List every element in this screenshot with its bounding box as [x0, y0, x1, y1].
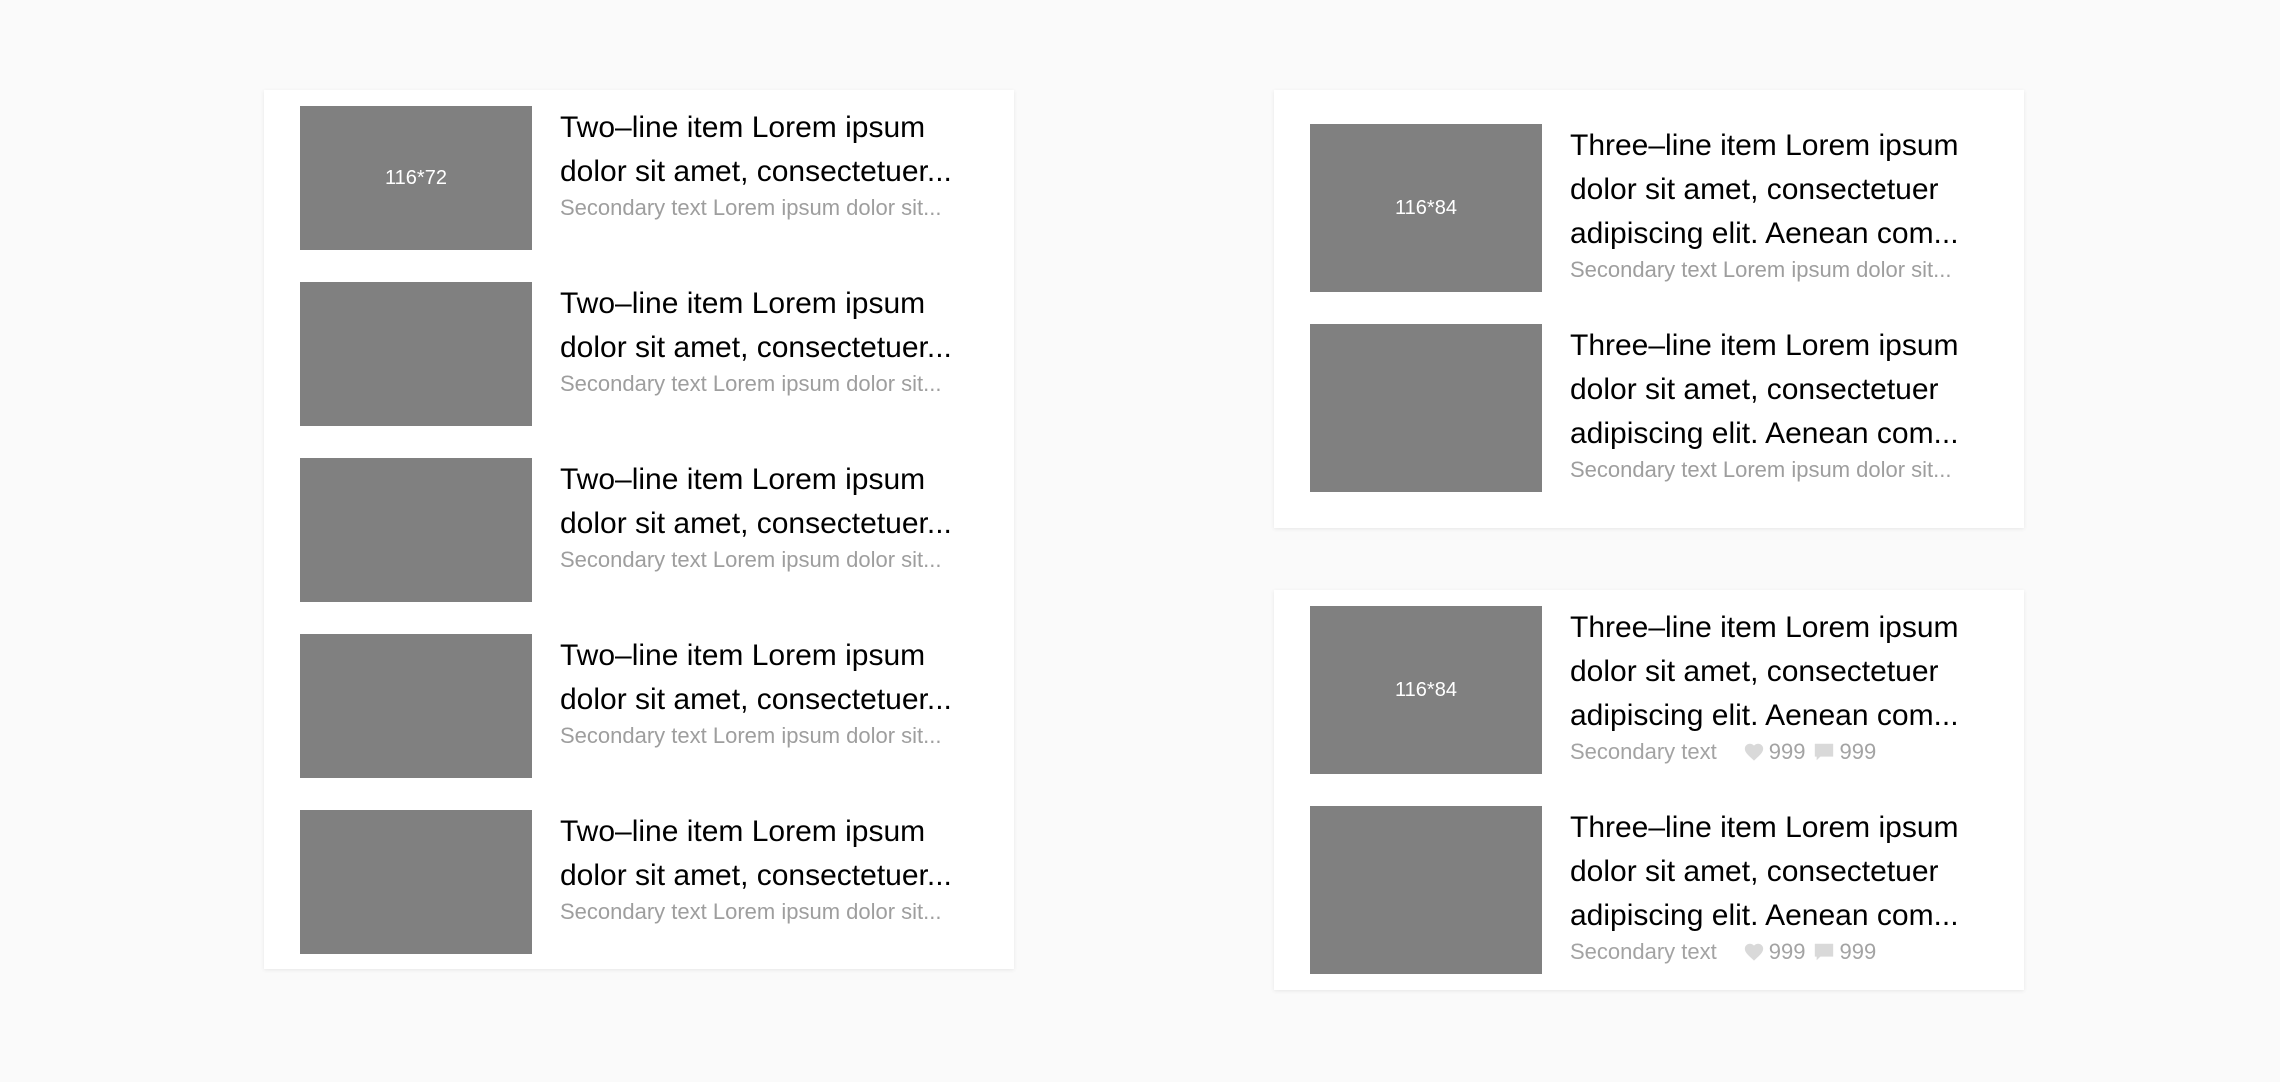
list-item[interactable]: Three–line item Lorem ipsum dolor sit am… [1274, 806, 2024, 974]
item-secondary-text: Secondary text Lorem ipsum dolor sit... [560, 899, 942, 924]
item-secondary-text: Secondary text Lorem ipsum dolor sit... [560, 195, 942, 220]
item-title-line-1: Two–line item Lorem ipsum [560, 815, 926, 848]
thumbnail-image [300, 810, 532, 954]
item-secondary-text: Secondary text Lorem ipsum dolor sit... [560, 371, 942, 396]
item-title-line-2: dolor sit amet, consectetuer... [560, 331, 952, 364]
comment-stat[interactable]: 999 [1813, 738, 1876, 766]
item-title-line-3: adipiscing elit. Aenean com... [1570, 417, 1959, 450]
thumbnail-image [300, 458, 532, 602]
item-secondary-text: Secondary text Lorem ipsum dolor sit... [1570, 257, 1952, 282]
item-secondary-text: Secondary text Lorem ipsum dolor sit... [1570, 457, 1952, 482]
item-title-line-2: dolor sit amet, consectetuer... [560, 507, 952, 540]
item-title-line-1: Three–line item Lorem ipsum [1570, 329, 1959, 362]
thumbnail-image: 116*72 [300, 106, 532, 250]
two-line-list-card: 116*72 Two–line item Lorem ipsum dolor s… [264, 90, 1014, 969]
like-count: 999 [1768, 739, 1806, 764]
comment-icon [1815, 943, 1834, 961]
item-secondary-text: Secondary text Lorem ipsum dolor sit... [560, 547, 942, 572]
list-item[interactable]: Two–line item Lorem ipsum dolor sit amet… [264, 810, 1014, 954]
item-title-line-2: dolor sit amet, consectetuer... [560, 859, 952, 892]
item-title-line-1: Two–line item Lorem ipsum [560, 639, 926, 672]
thumbnail-size-label: 116*84 [1395, 196, 1457, 219]
list-item[interactable]: Two–line item Lorem ipsum dolor sit amet… [264, 634, 1014, 778]
like-stat[interactable]: 999 [1743, 738, 1806, 766]
list-item[interactable]: 116*72 Two–line item Lorem ipsum dolor s… [264, 106, 1014, 250]
item-title-line-2: dolor sit amet, consectetuer... [560, 155, 952, 188]
heart-icon [1744, 743, 1763, 761]
item-title-line-3: adipiscing elit. Aenean com... [1570, 699, 1959, 732]
thumbnail-image: 116*84 [1310, 606, 1542, 774]
item-meta: Secondary text 999 999 [1570, 738, 1988, 766]
list-item[interactable]: Two–line item Lorem ipsum dolor sit amet… [264, 282, 1014, 426]
list-item[interactable]: 116*84 Three–line item Lorem ipsum dolor… [1274, 124, 2024, 292]
item-secondary-text: Secondary text [1570, 739, 1717, 764]
comment-count: 999 [1839, 939, 1877, 964]
list-item[interactable]: Two–line item Lorem ipsum dolor sit amet… [264, 458, 1014, 602]
item-title-line-2: dolor sit amet, consectetuer [1570, 655, 1939, 688]
item-title-line-2: dolor sit amet, consectetuer... [560, 683, 952, 716]
comment-count: 999 [1839, 739, 1877, 764]
item-secondary-text: Secondary text [1570, 939, 1717, 964]
thumbnail-image: 116*84 [1310, 124, 1542, 292]
item-secondary-text: Secondary text Lorem ipsum dolor sit... [560, 723, 942, 748]
item-title-line-1: Three–line item Lorem ipsum [1570, 129, 1959, 162]
thumbnail-size-label: 116*72 [385, 166, 447, 189]
like-stat[interactable]: 999 [1743, 938, 1806, 966]
item-title-line-1: Three–line item Lorem ipsum [1570, 811, 1959, 844]
thumbnail-image [1310, 324, 1542, 492]
thumbnail-image [300, 634, 532, 778]
thumbnail-image [1310, 806, 1542, 974]
item-title-line-1: Two–line item Lorem ipsum [560, 463, 926, 496]
item-title-line-1: Two–line item Lorem ipsum [560, 287, 926, 320]
item-meta: Secondary text 999 999 [1570, 938, 1988, 966]
heart-icon [1744, 943, 1763, 961]
item-title-line-2: dolor sit amet, consectetuer [1570, 855, 1939, 888]
item-title-line-3: adipiscing elit. Aenean com... [1570, 899, 1959, 932]
three-line-list-card: 116*84 Three–line item Lorem ipsum dolor… [1274, 90, 2024, 528]
item-title-line-1: Three–line item Lorem ipsum [1570, 611, 1959, 644]
thumbnail-image [300, 282, 532, 426]
three-line-stats-list-card: 116*84 Three–line item Lorem ipsum dolor… [1274, 590, 2024, 990]
list-item[interactable]: 116*84 Three–line item Lorem ipsum dolor… [1274, 606, 2024, 774]
item-title-line-3: adipiscing elit. Aenean com... [1570, 217, 1959, 250]
like-count: 999 [1768, 939, 1806, 964]
item-title-line-2: dolor sit amet, consectetuer [1570, 373, 1939, 406]
thumbnail-size-label: 116*84 [1395, 678, 1457, 701]
list-item[interactable]: Three–line item Lorem ipsum dolor sit am… [1274, 324, 2024, 492]
comment-icon [1815, 743, 1834, 761]
comment-stat[interactable]: 999 [1813, 938, 1876, 966]
item-title-line-1: Two–line item Lorem ipsum [560, 111, 926, 144]
item-title-line-2: dolor sit amet, consectetuer [1570, 173, 1939, 206]
